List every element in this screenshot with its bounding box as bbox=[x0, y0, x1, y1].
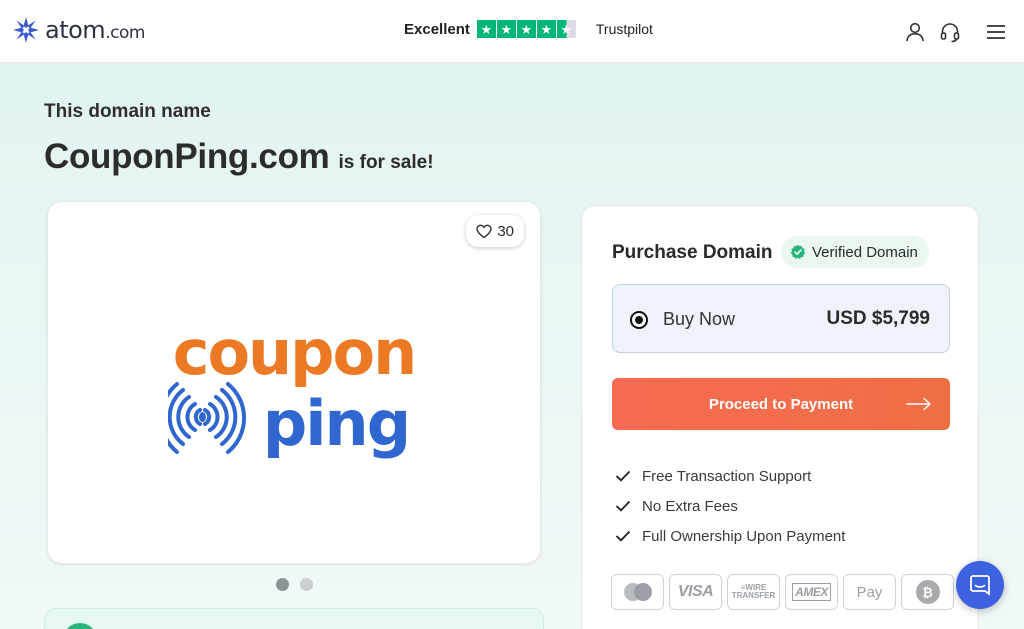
feature-label: Full Ownership Upon Payment bbox=[642, 527, 846, 545]
star-icon: ★ bbox=[496, 20, 516, 38]
chat-icon bbox=[970, 575, 990, 596]
chat-launcher-button[interactable] bbox=[956, 561, 1004, 609]
visa-icon: VISA bbox=[669, 574, 722, 610]
signal-waves-icon bbox=[168, 382, 246, 454]
trustpilot-stars: ★ ★ ★ ★ ★ bbox=[476, 20, 577, 38]
verified-label: Verified Domain bbox=[812, 243, 918, 261]
wire-transfer-icon: ≡WIRE TRANSFER bbox=[727, 574, 780, 610]
apple-pay-icon: Pay bbox=[843, 574, 896, 610]
purchase-title: Purchase Domain bbox=[612, 242, 773, 263]
bitcoin-icon: ₿ bbox=[901, 574, 954, 610]
buy-now-price: USD $5,799 bbox=[826, 308, 930, 329]
buy-now-option[interactable]: Buy Now USD $5,799 bbox=[612, 284, 950, 353]
carousel-dot-1[interactable] bbox=[276, 578, 289, 591]
menu-icon[interactable] bbox=[985, 21, 1007, 43]
check-icon bbox=[615, 470, 631, 482]
couponping-brand-logo: coupon ping bbox=[168, 316, 417, 460]
headset-icon[interactable] bbox=[939, 21, 961, 43]
carousel-pagination bbox=[276, 578, 324, 591]
carousel-dot-2[interactable] bbox=[300, 578, 313, 591]
trustpilot-rating[interactable]: Excellent ★ ★ ★ ★ ★ Trustpilot bbox=[404, 20, 653, 38]
feature-item: No Extra Fees bbox=[615, 491, 845, 521]
feature-item: Free Transaction Support bbox=[615, 461, 845, 491]
verified-check-icon bbox=[790, 244, 806, 259]
feature-label: No Extra Fees bbox=[642, 497, 738, 515]
hero-eyebrow: This domain name bbox=[44, 101, 211, 122]
amex-icon: AMEX bbox=[785, 574, 838, 610]
site-header: atom.com Excellent ★ ★ ★ ★ ★ Trustpilot bbox=[0, 0, 1024, 63]
feature-label: Free Transaction Support bbox=[642, 467, 812, 485]
for-sale-label: is for sale! bbox=[338, 152, 434, 173]
star-icon: ★ bbox=[536, 20, 556, 38]
payment-methods: VISA ≡WIRE TRANSFER AMEX Pay ₿ bbox=[611, 574, 959, 610]
star-icon: ★ bbox=[476, 20, 496, 38]
trustpilot-brand: Trustpilot bbox=[595, 21, 653, 37]
logo-word-coupon: coupon bbox=[173, 316, 416, 389]
heart-icon bbox=[476, 224, 493, 238]
buy-now-label: Buy Now bbox=[663, 309, 736, 329]
verified-badge: Verified Domain bbox=[781, 236, 929, 268]
atom-star-icon bbox=[13, 17, 39, 43]
mastercard-icon bbox=[611, 574, 664, 610]
purchase-panel: Purchase Domain Verified Domain Buy Now … bbox=[581, 205, 979, 629]
half-star-icon: ★ bbox=[556, 20, 576, 38]
like-button[interactable]: 30 bbox=[466, 215, 524, 247]
feature-list: Free Transaction Support No Extra Fees F… bbox=[615, 461, 845, 551]
buy-now-radio[interactable] bbox=[630, 311, 648, 329]
user-icon[interactable] bbox=[904, 21, 926, 43]
domain-name: CouponPing.com bbox=[44, 137, 330, 176]
atom-logo[interactable]: atom.com bbox=[12, 16, 145, 44]
domain-logo-card[interactable]: 30 coupon ping bbox=[48, 202, 540, 563]
trustpilot-label: Excellent bbox=[404, 20, 470, 38]
arrow-right-icon bbox=[906, 397, 931, 411]
info-card bbox=[44, 608, 544, 629]
proceed-to-payment-button[interactable]: Proceed to Payment bbox=[612, 378, 950, 430]
star-icon: ★ bbox=[516, 20, 536, 38]
logo-word-ping: ping bbox=[263, 387, 409, 460]
feature-item: Full Ownership Upon Payment bbox=[615, 521, 845, 551]
like-count: 30 bbox=[497, 222, 514, 240]
check-icon bbox=[615, 500, 631, 512]
check-icon bbox=[615, 530, 631, 542]
proceed-label: Proceed to Payment bbox=[708, 395, 854, 413]
domain-title: CouponPing.com is for sale! bbox=[44, 137, 434, 177]
info-card-badge bbox=[63, 623, 97, 629]
logo-wordmark: atom.com bbox=[45, 16, 145, 44]
